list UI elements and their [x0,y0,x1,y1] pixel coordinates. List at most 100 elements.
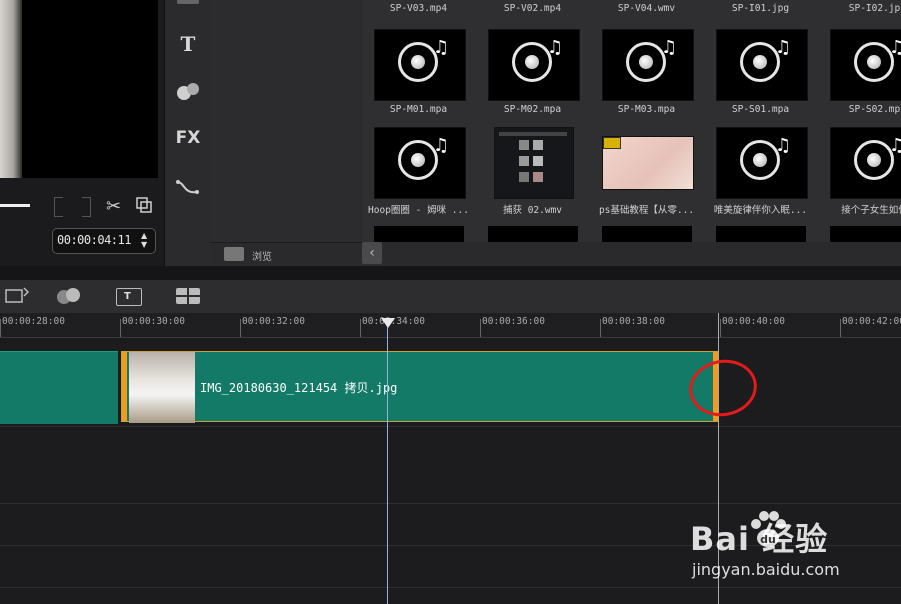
thumb-label[interactable]: SP-V04.wmv [590,3,703,14]
library-item[interactable]: ♫ SP-M01.mpa [362,16,475,130]
thumbnail[interactable] [374,226,464,242]
music-note-icon: ♫ [547,37,564,58]
media-tool-icon[interactable] [177,0,199,4]
scrubber[interactable] [0,204,30,207]
ruler-label: 00:00:32:00 [242,316,305,327]
music-note-icon: ♫ [661,37,678,58]
video-clip-previous[interactable] [0,351,118,424]
thumbnail: ♫ [488,29,580,101]
library-item[interactable]: 捕获 02.wmv [476,114,589,228]
thumbnail: ♫ [602,29,694,101]
baidu-watermark: Bai 经验 du jingyan.baidu.com [690,510,895,600]
music-note-icon: ♫ [775,37,792,58]
thumbnail: ♫ [374,29,466,101]
ruler-label: 00:00:42:00 [842,316,901,327]
fx-tool-icon[interactable]: FX [175,128,201,148]
copy-icon[interactable] [136,197,152,213]
thumb-label[interactable]: SP-I02.jp [818,3,901,14]
thumb-label[interactable]: SP-V02.mp4 [476,3,589,14]
music-note-icon: ♫ [889,37,901,58]
clip-trim-handle-left[interactable] [122,352,127,421]
browse-button[interactable]: 浏览 [210,242,362,267]
library-scrollbar[interactable] [382,242,901,266]
preview-image [0,0,22,178]
audio-disc-icon [398,140,438,180]
mark-in-button[interactable] [54,197,63,217]
timecode-field[interactable]: 00:00:04:11 ▲ ▼ [52,228,156,254]
music-note-icon: ♫ [433,37,450,58]
panel-divider[interactable] [0,266,901,280]
thumbnail: ♫ [716,127,808,199]
scroll-left-button[interactable]: ‹ [362,242,382,264]
playhead-line[interactable] [387,318,388,604]
library-item[interactable]: ♫ SP-M02.mpa [476,16,589,130]
library-item[interactable]: ♫ SP-S01.mpa [704,16,817,130]
audio-disc-icon [740,140,780,180]
audio-disc-icon [398,42,438,82]
library-item[interactable]: ♫ SP-S02.mp [818,16,901,130]
thumb-label: 接个子女生如何 [841,205,901,216]
timeline-toolbar: T [0,280,901,583]
ruler-label: 00:00:28:00 [2,316,65,327]
music-note-icon: ♫ [433,135,450,156]
timecode-value: 00:00:04:11 [57,233,131,247]
thumbnail[interactable] [488,226,578,242]
multi-trim-icon[interactable] [176,288,200,304]
playhead-handle[interactable] [381,318,395,328]
library-item[interactable]: ♫ 唯美旋律伴你入眠... [704,114,817,228]
audio-disc-icon [854,42,894,82]
video-thumbnail [602,136,694,190]
audio-disc-icon [740,42,780,82]
thumb-label[interactable]: SP-I01.jpg [704,3,817,14]
timeline-ruler[interactable]: 00:00:28:00 00:00:30:00 00:00:32:00 00:0… [0,313,901,338]
music-note-icon: ♫ [775,135,792,156]
browse-label: 浏览 [252,252,272,263]
audio-disc-icon [854,140,894,180]
thumb-label: 唯美旋律伴你入眠... [713,205,808,216]
library-item[interactable]: ♫ 接个子女生如何 [818,114,901,228]
thumbnail[interactable] [602,226,692,242]
library-item[interactable]: ♫ Hoop圈圈 - 姆咪 ... [362,114,475,228]
thumbnail: ♫ [716,29,808,101]
timecode-stepper-icon[interactable]: ▲ ▼ [141,231,147,249]
preview-panel: ✂ 00:00:04:11 ▲ ▼ [0,0,164,266]
audio-disc-icon [512,42,552,82]
video-clip[interactable]: IMG_20180630_121454 拷贝.jpg [121,351,719,423]
audio-disc-icon [626,42,666,82]
thumbnail: ♫ [830,127,901,199]
thumb-label: 捕获 02.wmv [502,205,563,216]
mark-out-button[interactable] [82,197,91,217]
thumb-label: Hoop圈圈 - 姆咪 ... [368,205,469,216]
thumbnail: ♫ [374,127,466,199]
overlay-track-icon[interactable] [54,286,84,306]
preview-screen [0,0,158,178]
folder-icon [224,247,244,261]
ruler-label: 00:00:40:00 [722,316,785,327]
ruler-label: 00:00:36:00 [482,316,545,327]
transition-tool-icon[interactable] [175,80,201,102]
path-tool-icon[interactable] [175,178,201,198]
thumb-label[interactable]: SP-V03.mp4 [362,3,475,14]
ruler-label: 00:00:38:00 [602,316,665,327]
folder-pane [210,0,363,242]
thumbnail: ♫ [830,29,901,101]
thumbnail[interactable] [716,226,806,242]
scissors-icon[interactable]: ✂ [106,196,121,217]
tool-strip: T FX [164,0,211,266]
paw-icon: du [751,511,786,547]
audio-mixer-icon[interactable] [4,286,30,306]
library-item[interactable]: ps基础教程【从零... [590,114,703,228]
clip-thumbnail [129,352,195,423]
title-tool-icon[interactable]: T [175,32,201,56]
thumb-label: ps基础教程【从零... [598,205,695,216]
library-item[interactable]: ♫ SP-M03.mpa [590,16,703,130]
music-note-icon: ♫ [889,135,901,156]
title-track-icon[interactable]: T [116,288,142,306]
watermark-url: jingyan.baidu.com [692,560,840,579]
watermark-du: du [760,533,776,546]
video-thumbnail [494,127,574,199]
thumbnail[interactable] [830,226,901,242]
media-library: SP-V03.mp4 SP-V02.mp4 SP-V04.wmv SP-I01.… [362,0,901,242]
ruler-label: 00:00:30:00 [122,316,185,327]
clip-label: IMG_20180630_121454 拷贝.jpg [200,381,398,395]
